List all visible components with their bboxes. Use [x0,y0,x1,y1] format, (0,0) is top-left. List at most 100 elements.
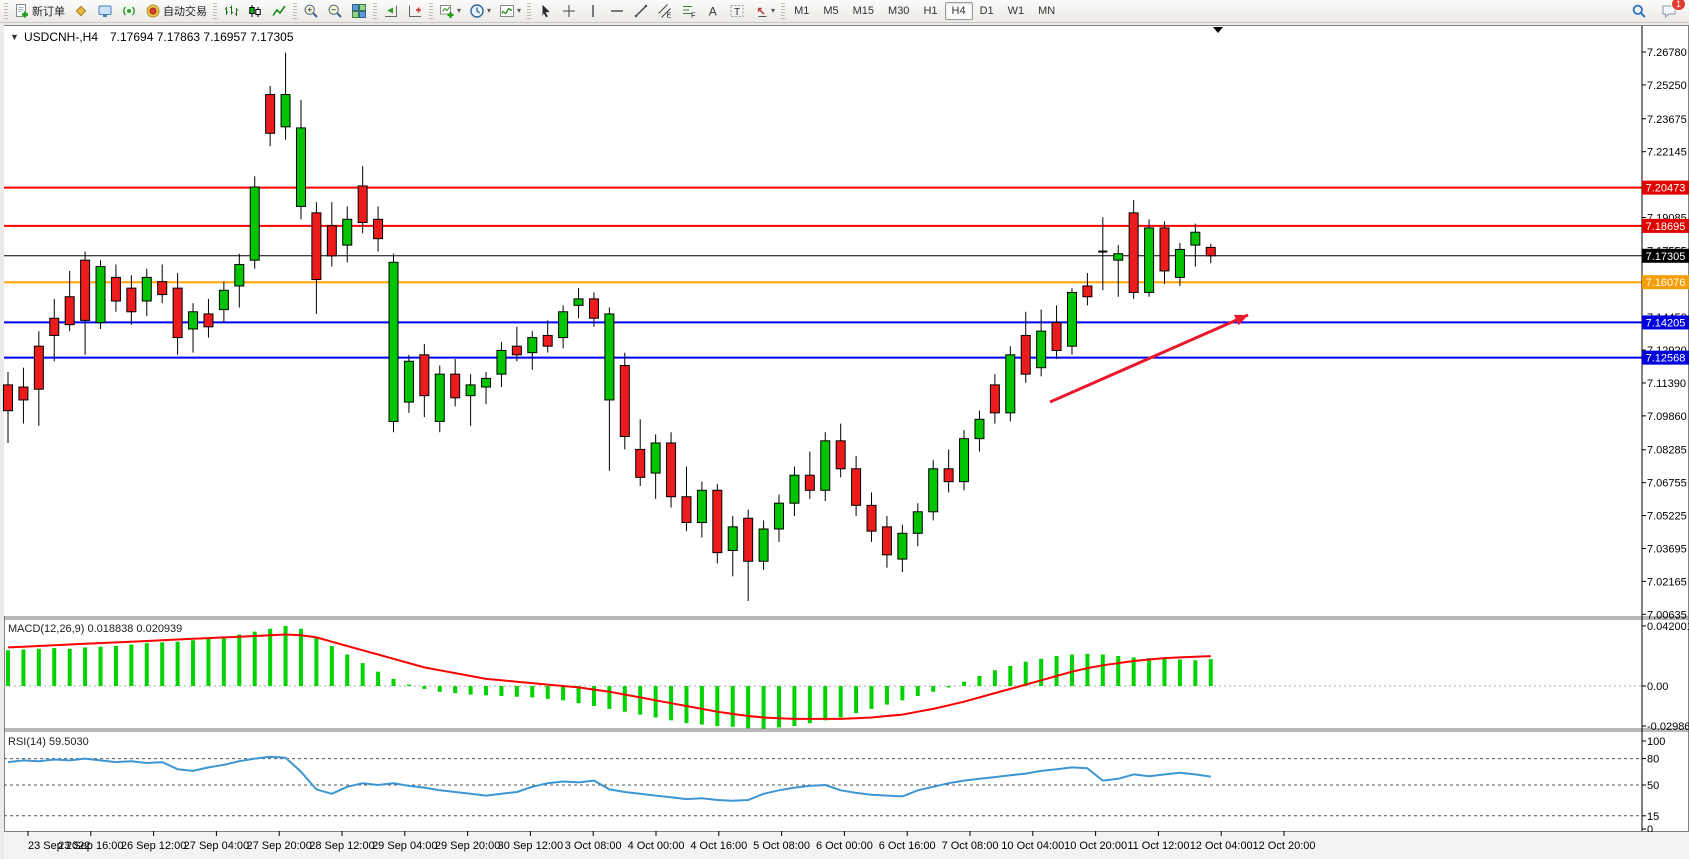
autoscroll-button[interactable] [379,0,403,22]
candle [667,432,676,507]
tile-windows-icon [351,3,367,19]
timeframe-button-m30[interactable]: M30 [881,2,916,20]
svg-text:A: A [709,5,717,19]
brand-button[interactable] [69,0,93,22]
macd-histogram-bar [546,686,550,699]
timeframe-button-mn[interactable]: MN [1031,2,1062,20]
new-order-button[interactable]: 新订单 [10,0,69,22]
label-tool-button[interactable]: T [725,0,749,22]
macd-histogram-bar [1024,662,1028,686]
macd-histogram-bar [469,686,473,695]
zoom-in-icon [303,3,319,19]
candles-chart-button[interactable] [243,0,267,22]
candle [1145,219,1154,296]
timeframe-button-d1[interactable]: D1 [973,2,1001,20]
candle [929,460,938,520]
zoom-out-button[interactable] [323,0,347,22]
arrows-tool-button[interactable]: ▾ [749,0,779,22]
chart-canvas[interactable]: ▼USDCNH-,H47.17694 7.17863 7.16957 7.173… [0,24,1689,859]
price-axis-label: 7.26780 [1647,47,1687,59]
macd-histogram-bar [931,686,935,692]
price-axis-label: 7.02165 [1647,576,1687,588]
rsi-axis-label: 50 [1647,780,1659,792]
chart-shift-icon [407,3,423,19]
chevron-down-icon: ▾ [517,7,521,15]
trendline-icon [633,3,649,19]
candle [713,484,722,564]
search-button[interactable] [1627,0,1651,22]
macd-histogram-bar [962,682,966,686]
candle [1067,288,1076,355]
timeframe-button-w1[interactable]: W1 [1001,2,1032,20]
macd-histogram-bar [345,655,349,686]
rsi-axis-label: 100 [1647,736,1665,748]
macd-histogram-bar [206,639,210,686]
market-button[interactable] [93,0,117,22]
price-axis-label: 7.06755 [1647,478,1687,490]
macd-histogram-bar [253,632,257,686]
toolbar-group-grip [373,3,377,19]
channel-tool-button[interactable]: E [653,0,677,22]
timeframe-button-m1[interactable]: M1 [787,2,816,20]
vertical-line-tool-button[interactable] [581,0,605,22]
candle [250,176,259,268]
toolbar-group-grip [781,3,785,19]
price-axis-label: 7.23675 [1647,114,1687,126]
zoom-in-button[interactable] [299,0,323,22]
macd-histogram-bar [99,647,103,686]
text-tool-button[interactable]: A [701,0,725,22]
notification-badge: 1 [1671,0,1686,11]
macd-histogram-bar [1147,658,1151,686]
time-axis-label: 29 Sep 04:00 [372,840,437,852]
crosshair-tool-button[interactable] [557,0,581,22]
text-icon: A [705,3,721,19]
macd-histogram-bar [145,643,149,686]
chevron-down-icon: ▾ [771,7,775,15]
time-axis-label: 27 Sep 04:00 [184,840,249,852]
trendline-tool-button[interactable] [629,0,653,22]
signals-icon [121,3,137,19]
chart-plot-area[interactable] [4,26,1641,616]
signals-button[interactable] [117,0,141,22]
timeframe-button-h1[interactable]: H1 [916,2,944,20]
time-axis-label: 10 Oct 20:00 [1064,840,1127,852]
autotrade-button[interactable]: 自动交易 [141,0,211,22]
timeframe-button-m15[interactable]: M15 [846,2,881,20]
tile-windows-button[interactable] [347,0,371,22]
notifications-button[interactable]: 1 [1657,0,1681,22]
timeframe-button-m5[interactable]: M5 [816,2,845,20]
chart-shift-button[interactable] [403,0,427,22]
chevron-down-icon: ▾ [457,7,461,15]
macd-histogram-bar [453,686,457,693]
macd-histogram-bar [422,686,426,689]
toolbar-group-grip [293,3,297,19]
time-axis-label: 26 Sep 12:00 [121,840,186,852]
candle [96,260,105,329]
macd-histogram-bar [607,686,611,709]
time-axis-label: 23 Sep 16:00 [58,840,123,852]
horizontal-line-tool-button[interactable] [605,0,629,22]
macd-histogram-bar [762,686,766,729]
price-axis-label: 7.09860 [1647,411,1687,423]
indicators-button[interactable]: ▾ [495,0,525,22]
bars-chart-button[interactable] [219,0,243,22]
timeframe-button-h4[interactable]: H4 [945,2,973,20]
toolbar-group-grip [4,3,8,19]
cursor-tool-button[interactable] [533,0,557,22]
one-click-expander[interactable]: ▼ [10,32,19,42]
crosshair-icon [561,3,577,19]
macd-histogram-bar [1163,659,1167,686]
time-axis-label: 10 Oct 04:00 [1001,840,1064,852]
periods-button[interactable]: ▾ [465,0,495,22]
line-chart-button[interactable] [267,0,291,22]
macd-histogram-bar [746,686,750,728]
line-chart-icon [271,3,287,19]
svg-text:7.16076: 7.16076 [1646,277,1686,289]
macd-histogram-bar [129,645,133,686]
new-chart-button[interactable]: ▾ [435,0,465,22]
fibonacci-tool-button[interactable]: F [677,0,701,22]
candle [1006,346,1015,421]
indicators-icon [499,3,515,19]
cursor-icon [537,3,553,19]
time-axis-label: 27 Sep 20:00 [246,840,311,852]
